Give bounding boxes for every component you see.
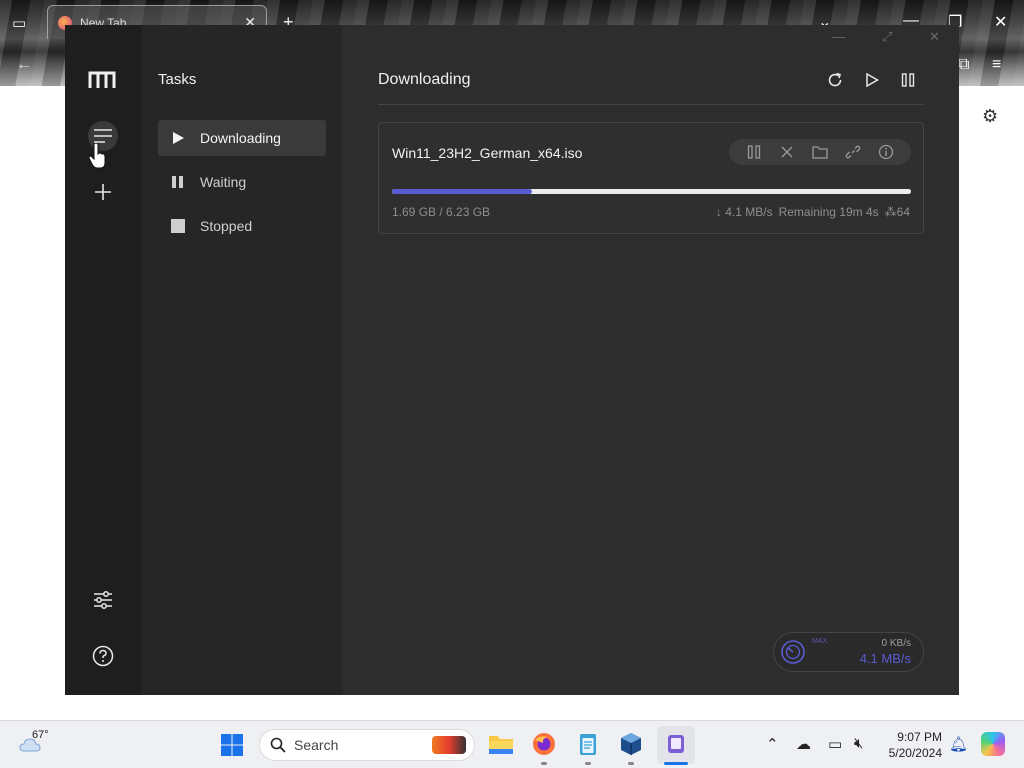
- task-item-label: Stopped: [200, 218, 253, 234]
- plus-icon: [95, 184, 111, 200]
- connections-icon: ⁂: [884, 205, 897, 219]
- download-progress-bar: [392, 189, 911, 194]
- close-icon[interactable]: [777, 142, 797, 162]
- file-explorer-icon[interactable]: [488, 731, 514, 757]
- window-close-icon[interactable]: ✕: [929, 29, 940, 45]
- settings-button[interactable]: [88, 585, 118, 615]
- clock-date: 5/20/2024: [888, 746, 942, 760]
- download-size: 1.69 GB / 6.23 GB: [392, 205, 491, 219]
- task-item-stopped[interactable]: Stopped: [158, 208, 326, 244]
- download-meta: ↓ 4.1 MB/s Remaining 19m 4s ⁂64: [716, 205, 910, 219]
- notepad-icon[interactable]: [575, 731, 601, 757]
- add-task-button[interactable]: [88, 177, 118, 207]
- download-speed-total: 4.1 MB/s: [859, 651, 911, 666]
- resume-all-button[interactable]: [861, 69, 883, 91]
- weather-temperature: 67°: [32, 729, 49, 741]
- download-manager-icon[interactable]: [663, 731, 689, 757]
- extensions-icon[interactable]: ⧉: [958, 56, 969, 74]
- play-icon: [170, 130, 186, 146]
- play-outline-icon: [866, 73, 879, 87]
- firefox-running-indicator: [541, 762, 547, 765]
- page-title: Downloading: [378, 71, 471, 88]
- info-icon[interactable]: [876, 142, 896, 162]
- clock-time: 9:07 PM: [897, 730, 942, 744]
- stop-icon: [170, 218, 186, 234]
- notepad-running-indicator: [585, 762, 591, 765]
- pause-icon[interactable]: [744, 142, 764, 162]
- close-window-icon[interactable]: ✕: [994, 12, 1007, 32]
- download-progress-fill: [392, 189, 533, 194]
- folder-icon[interactable]: [810, 142, 830, 162]
- menu-icon[interactable]: ≡: [992, 56, 1001, 74]
- speedometer-icon: [781, 640, 805, 664]
- hand-cursor-icon: [89, 143, 106, 169]
- link-icon[interactable]: [843, 142, 863, 162]
- window-minimize-icon[interactable]: —: [832, 29, 845, 44]
- copilot-icon[interactable]: [981, 732, 1005, 756]
- download-card[interactable]: Win11_23H2_German_x64.iso 1.69 GB / 6.23…: [378, 122, 924, 234]
- pause-outline-icon: [901, 73, 915, 87]
- task-item-label: Downloading: [200, 130, 281, 146]
- search-highlight-icon: [432, 736, 466, 754]
- gear-icon[interactable]: ⚙: [982, 106, 998, 127]
- bell-icon[interactable]: 🔔︎: [949, 735, 968, 753]
- speed-max-label: MAX: [812, 638, 828, 645]
- upload-speed: 0 KB/s: [881, 638, 911, 649]
- download-filename: Win11_23H2_German_x64.iso: [392, 145, 583, 161]
- refresh-icon: [828, 72, 842, 87]
- main-panel: — ⤢ ✕ Downloading Win11_23H2_German_x64.…: [342, 25, 959, 695]
- virtualbox-icon[interactable]: [618, 731, 644, 757]
- download-manager-running-indicator: [664, 762, 688, 765]
- download-actions: [729, 139, 911, 165]
- help-icon: [92, 645, 114, 667]
- speaker-muted-icon[interactable]: 🔇︎: [854, 735, 863, 752]
- window-maximize-icon[interactable]: ⤢: [882, 29, 892, 45]
- download-remaining: Remaining 19m 4s: [778, 205, 879, 219]
- connections-value: 64: [896, 205, 910, 219]
- header-divider: [378, 104, 924, 105]
- task-item-label: Waiting: [200, 174, 247, 190]
- taskbar-clock[interactable]: 9:07 PM 5/20/2024: [880, 729, 942, 761]
- speed-widget[interactable]: MAX 0 KB/s 4.1 MB/s: [773, 632, 924, 672]
- back-icon[interactable]: ←: [16, 56, 32, 74]
- windows-start-icon[interactable]: [221, 734, 243, 756]
- refresh-button[interactable]: [824, 69, 846, 91]
- task-item-downloading[interactable]: Downloading: [158, 120, 326, 156]
- chevron-up-icon[interactable]: ⌃: [766, 735, 779, 753]
- tasks-title: Tasks: [158, 71, 197, 88]
- taskbar-search[interactable]: Search: [259, 729, 475, 761]
- cloud-offline-icon[interactable]: ☁: [796, 735, 811, 753]
- nav-rail: [65, 25, 142, 695]
- sliders-icon: [94, 591, 112, 609]
- firefox-icon[interactable]: [531, 731, 557, 757]
- menu-lines-icon: [94, 129, 112, 143]
- download-speed: ↓ 4.1 MB/s: [715, 205, 773, 219]
- search-label: Search: [294, 737, 339, 753]
- app-logo-icon: [88, 71, 116, 88]
- download-manager-window: Tasks Downloading Waiting Stopped — ⤢ ✕ …: [65, 25, 959, 695]
- search-icon: [270, 737, 286, 753]
- taskbar: 67° Search ⌃ ☁ ▭ 🔇︎ 9:07 PM 5/20/2024 🔔︎: [0, 720, 1024, 768]
- tasks-panel: Tasks Downloading Waiting Stopped: [142, 25, 342, 695]
- help-button[interactable]: [88, 641, 118, 671]
- task-item-waiting[interactable]: Waiting: [158, 164, 326, 200]
- connections-count: ⁂64: [885, 205, 910, 219]
- display-icon[interactable]: ▭: [828, 735, 842, 753]
- virtualbox-running-indicator: [628, 762, 634, 765]
- pause-all-button[interactable]: [897, 69, 919, 91]
- tab-actions-icon[interactable]: ▭: [12, 14, 26, 32]
- pause-icon: [170, 174, 186, 190]
